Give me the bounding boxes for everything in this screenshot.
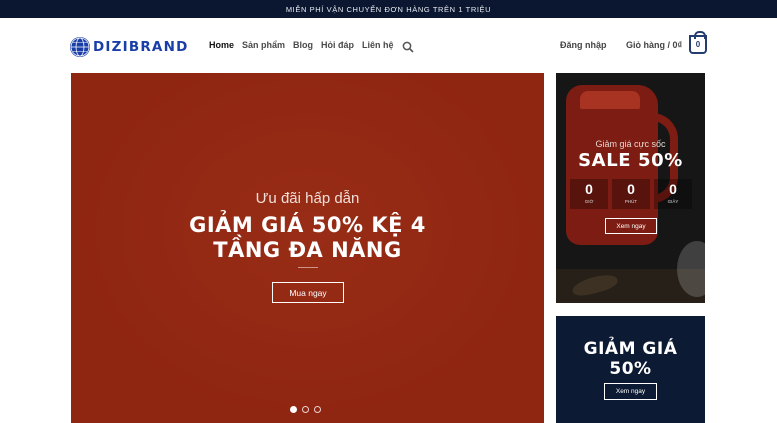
promo-discount-banner[interactable]: GIẢM GIÁ 50% Xem ngay xyxy=(556,316,705,423)
globe-icon xyxy=(70,37,90,57)
promo-sale-subtitle: Giảm giá cực sốc xyxy=(595,139,666,149)
announcement-bar: MIỄN PHÍ VẬN CHUYỂN ĐƠN HÀNG TRÊN 1 TRIỆ… xyxy=(0,0,777,18)
nav-item-faq[interactable]: Hỏi đáp xyxy=(321,40,354,50)
search-icon[interactable] xyxy=(402,40,414,53)
slider-dot-1[interactable] xyxy=(290,406,297,413)
promo-sale-title: SALE 50% xyxy=(578,150,683,171)
hero-slider[interactable]: Ưu đãi hấp dẫn GIẢM GIÁ 50% KỆ 4 TẦNG ĐA… xyxy=(71,73,544,423)
countdown-hours: 0 GIỜ xyxy=(570,179,608,209)
slider-dots xyxy=(290,406,321,413)
hero-divider xyxy=(298,267,318,268)
countdown-timer: 0 GIỜ 0 PHÚT 0 GIÂY xyxy=(570,179,692,209)
countdown-minutes-value: 0 xyxy=(627,181,635,197)
view-now-button-2[interactable]: Xem ngay xyxy=(604,383,657,400)
countdown-hours-label: GIỜ xyxy=(584,199,594,204)
cart-bag-icon[interactable]: 0 xyxy=(689,31,707,54)
countdown-seconds-label: GIÂY xyxy=(667,199,679,204)
countdown-minutes: 0 PHÚT xyxy=(612,179,650,209)
nav-item-blog[interactable]: Blog xyxy=(293,40,313,50)
view-now-button[interactable]: Xem ngay xyxy=(605,218,657,234)
promo-sale-banner[interactable]: Giảm giá cực sốc SALE 50% 0 GIỜ 0 PHÚT 0… xyxy=(556,73,705,303)
hero-title-line-1: GIẢM GIÁ 50% KỆ 4 xyxy=(189,213,426,237)
main-nav: Home Sản phẩm Blog Hỏi đáp Liên hệ xyxy=(209,40,394,50)
login-link[interactable]: Đăng nhập xyxy=(560,40,607,50)
kettle-lid xyxy=(580,91,640,109)
slider-dot-2[interactable] xyxy=(302,406,309,413)
nav-item-products[interactable]: Sản phẩm xyxy=(242,40,285,50)
buy-now-button[interactable]: Mua ngay xyxy=(272,282,344,303)
countdown-minutes-label: PHÚT xyxy=(624,199,638,204)
countdown-seconds-value: 0 xyxy=(669,181,677,197)
hero-subtitle: Ưu đãi hấp dẫn xyxy=(255,190,360,207)
logo-text: DIZIBRAND xyxy=(93,39,189,55)
cart-link[interactable]: Giỏ hàng / 0₫ xyxy=(626,40,682,50)
countdown-hours-value: 0 xyxy=(585,181,593,197)
nav-item-contact[interactable]: Liên hệ xyxy=(362,40,394,50)
promo-discount-title: GIẢM GIÁ 50% xyxy=(556,339,705,379)
promo-discount-title-line-2: 50% xyxy=(609,359,652,379)
announcement-text: MIỄN PHÍ VẬN CHUYỂN ĐƠN HÀNG TRÊN 1 TRIỆ… xyxy=(285,4,492,14)
countdown-seconds: 0 GIÂY xyxy=(654,179,692,209)
cart-count: 0 xyxy=(695,40,701,49)
hero-title-line-2: TẦNG ĐA NĂNG xyxy=(213,238,402,262)
site-header: DIZIBRAND Home Sản phẩm Blog Hỏi đáp Liê… xyxy=(0,18,777,73)
slider-dot-3[interactable] xyxy=(314,406,321,413)
site-logo[interactable]: DIZIBRAND xyxy=(70,37,188,57)
nav-item-home[interactable]: Home xyxy=(209,40,234,50)
promo-discount-title-line-1: GIẢM GIÁ xyxy=(583,339,678,359)
hero-title: GIẢM GIÁ 50% KỆ 4 TẦNG ĐA NĂNG xyxy=(71,213,544,263)
